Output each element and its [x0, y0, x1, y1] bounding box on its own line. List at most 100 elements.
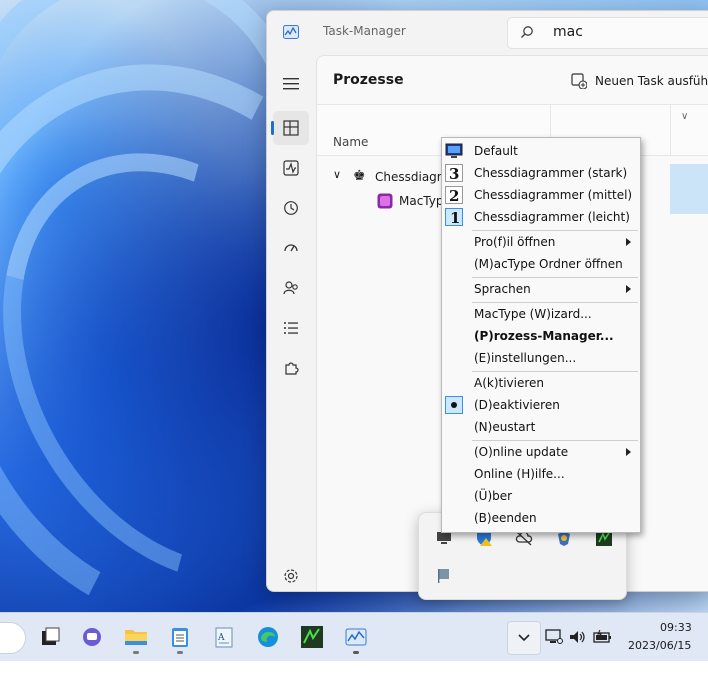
run-new-task-label: Neuen Task ausführen — [595, 74, 708, 88]
menu-item-online-update[interactable]: (O)nline update — [442, 441, 640, 463]
menu-item-label: (E)instellungen... — [474, 351, 577, 365]
game-app-icon — [301, 626, 323, 648]
submenu-arrow-icon — [626, 285, 631, 293]
battery-icon[interactable] — [593, 629, 613, 645]
menu-item-settings[interactable]: (E)instellungen... — [442, 347, 640, 369]
nav-app-history[interactable] — [273, 191, 309, 225]
nav-details[interactable] — [273, 311, 309, 345]
column-divider[interactable] — [670, 105, 671, 155]
menu-item-label: A(k)tivieren — [474, 376, 545, 390]
flag-icon[interactable] — [435, 567, 453, 585]
menu-item-deactivate[interactable]: (D)eaktivieren — [442, 394, 640, 416]
menu-item-chess-medium[interactable]: 2 Chessdiagrammer (mittel) — [442, 184, 640, 206]
notepad-button[interactable] — [164, 621, 196, 654]
performance-icon — [283, 160, 299, 176]
file-explorer-button[interactable] — [120, 621, 152, 654]
nav-users[interactable] — [273, 271, 309, 305]
search-value[interactable]: mac — [553, 24, 583, 40]
menu-item-label: Sprachen — [474, 282, 531, 296]
clock-date[interactable]: 2023/06/15 — [628, 639, 691, 652]
nav-processes[interactable] — [271, 111, 309, 145]
font-viewer-button[interactable]: A — [208, 621, 240, 653]
task-manager-taskbar-button[interactable] — [340, 621, 372, 654]
menu-item-label: Default — [474, 144, 518, 158]
nav-services[interactable] — [273, 351, 309, 385]
teams-chat-button[interactable] — [76, 621, 108, 653]
menu-item-online-help[interactable]: Online (H)ilfe... — [442, 463, 640, 485]
chess-3-icon: 3 — [445, 164, 463, 182]
menu-item-chess-strong[interactable]: 3 Chessdiagrammer (stark) — [442, 162, 640, 184]
chevron-down-icon — [518, 634, 530, 642]
svg-text:3: 3 — [449, 165, 459, 182]
menu-item-label: (P)rozess-Manager... — [474, 329, 614, 343]
network-icon[interactable] — [545, 629, 563, 645]
nav-settings[interactable] — [273, 559, 309, 591]
running-indicator — [133, 651, 139, 654]
svg-text:1: 1 — [450, 209, 460, 226]
edge-icon — [258, 627, 278, 647]
menu-item-label: Chessdiagrammer (stark) — [474, 166, 628, 180]
new-task-icon — [571, 73, 587, 89]
sort-chevron-icon[interactable]: ∨ — [681, 111, 688, 122]
gear-icon — [284, 569, 298, 583]
radio-check-indicator — [445, 396, 463, 414]
menu-item-label: (O)nline update — [474, 445, 569, 459]
menu-item-open-folder[interactable]: (M)acType Ordner öffnen — [442, 253, 640, 275]
history-icon — [284, 201, 298, 215]
document-icon: A — [215, 627, 233, 648]
menu-item-label: MacType (W)izard... — [474, 307, 592, 321]
menu-item-process-manager[interactable]: (P)rozess-Manager... — [442, 325, 640, 347]
taskbar: A 09:33 2023/06/15 — [0, 612, 708, 661]
volume-icon[interactable] — [569, 629, 587, 645]
puzzle-icon — [285, 362, 299, 375]
menu-item-languages[interactable]: Sprachen — [442, 278, 640, 300]
task-view-icon — [42, 627, 60, 645]
task-manager-icon — [345, 628, 367, 646]
menu-item-label: (D)eaktivieren — [474, 398, 560, 412]
menu-item-wizard[interactable]: MacType (W)izard... — [442, 303, 640, 325]
submenu-arrow-icon — [626, 238, 631, 246]
hamburger-icon — [283, 78, 299, 90]
menu-item-default[interactable]: Default — [442, 140, 640, 162]
menu-item-label: Chessdiagrammer (mittel) — [474, 188, 633, 202]
menu-item-about[interactable]: (Ü)ber — [442, 485, 640, 507]
taskbar-search[interactable] — [0, 622, 26, 654]
folder-icon — [125, 630, 147, 645]
menu-item-activate[interactable]: A(k)tivieren — [442, 372, 640, 394]
menu-item-label: Online (H)ilfe... — [474, 467, 565, 481]
expand-chevron-icon[interactable]: ∨ — [333, 168, 341, 181]
title-bar[interactable]: Task-Manager mac — [267, 11, 708, 53]
hamburger-menu-button[interactable] — [273, 67, 309, 101]
speedometer-icon — [284, 244, 298, 252]
menu-item-chess-light[interactable]: 1 Chessdiagrammer (leicht) — [442, 206, 640, 228]
nav-startup-apps[interactable] — [273, 231, 309, 265]
search-input[interactable]: mac — [507, 17, 708, 49]
task-manager-icon — [283, 25, 299, 39]
list-icon — [284, 322, 298, 334]
menu-item-open-profile[interactable]: Pro(f)il öffnen — [442, 231, 640, 253]
menu-item-label: Pro(f)il öffnen — [474, 235, 556, 249]
chat-icon — [83, 628, 101, 646]
svg-text:A: A — [217, 633, 225, 643]
running-indicator — [353, 651, 359, 654]
running-indicator — [177, 651, 183, 654]
chess-2-icon: 2 — [445, 186, 463, 204]
menu-item-exit[interactable]: (B)eenden — [442, 507, 640, 529]
active-indicator — [271, 121, 274, 135]
menu-item-label: Chessdiagrammer (leicht) — [474, 210, 630, 224]
chess-app-button[interactable] — [296, 621, 328, 653]
menu-item-label: (Ü)ber — [474, 489, 513, 503]
run-new-task-button[interactable]: Neuen Task ausführen — [571, 70, 708, 92]
column-header-name[interactable]: Name — [333, 135, 368, 149]
bullet-icon — [451, 402, 457, 408]
monitor-icon — [445, 143, 463, 158]
chess-king-icon: ♚ — [353, 168, 366, 184]
edge-browser-button[interactable] — [252, 621, 284, 653]
tray-overflow-button[interactable] — [507, 621, 541, 655]
clock-time[interactable]: 09:33 — [660, 621, 692, 634]
task-view-button[interactable] — [34, 621, 66, 653]
mactype-icon — [377, 193, 393, 209]
nav-performance[interactable] — [273, 151, 309, 185]
menu-item-restart[interactable]: (N)eustart — [442, 416, 640, 438]
menu-item-label: (B)eenden — [474, 511, 537, 525]
